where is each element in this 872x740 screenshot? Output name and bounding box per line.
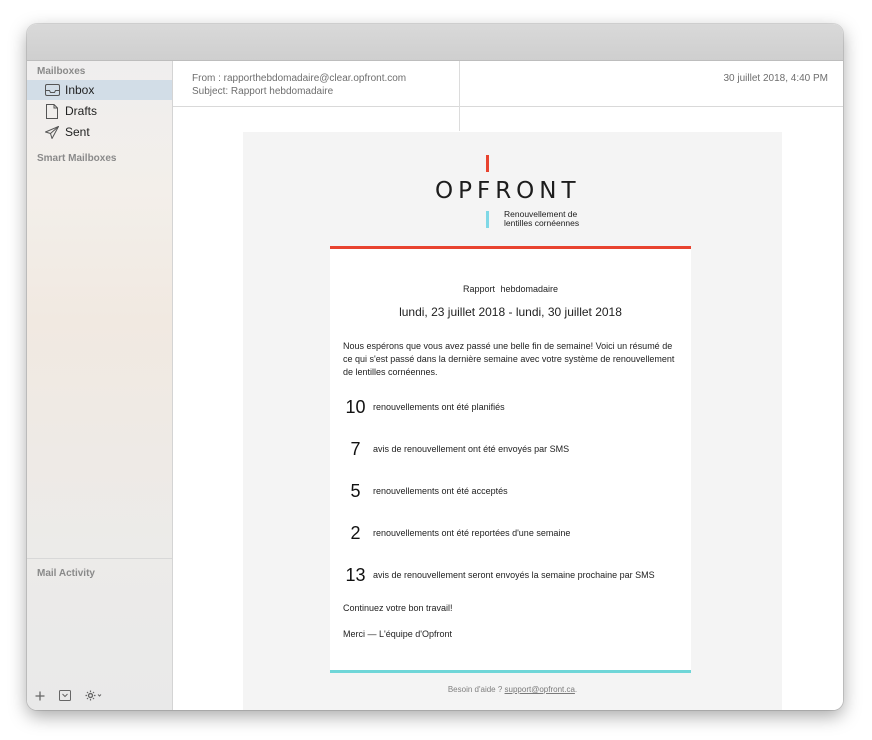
mailboxes-heading[interactable]: Mailboxes xyxy=(37,66,85,77)
message-date: 30 juillet 2018, 4:40 PM xyxy=(723,73,828,84)
logo-text: OPFRONT xyxy=(435,178,581,204)
footer-help-text: Besoin d'aide ? xyxy=(447,685,505,694)
footer-suffix: . xyxy=(574,685,578,694)
stat-row: 10 renouvellements ont été planifiés xyxy=(343,396,683,418)
logo-subtitle-line-2: lentilles cornéennes xyxy=(504,218,580,228)
stat-text: renouvellements ont été reportées d'une … xyxy=(373,528,571,538)
email-body: OPFRONT Renouvellement de lentilles corn… xyxy=(243,132,782,710)
from-field: From : rapporthebdomadaire@clear.opfront… xyxy=(192,73,407,84)
report-title: Rapport hebdomadaire xyxy=(462,284,559,294)
mail-activity-heading: Mail Activity xyxy=(37,568,95,579)
closing-line: Continuez votre bon travail! xyxy=(343,603,453,613)
drafts-icon xyxy=(44,103,60,119)
message-viewer: From : rapporthebdomadaire@clear.opfront… xyxy=(173,61,843,710)
mail-window: Mailboxes Inbox Drafts Sent Smart Mailbo… xyxy=(27,24,843,710)
stat-text: avis de renouvellement ont été envoyés p… xyxy=(373,444,570,454)
smart-mailboxes-heading[interactable]: Smart Mailboxes xyxy=(37,153,116,164)
report-intro: Nous espérons que vous avez passé une be… xyxy=(343,341,675,377)
message-header: From : rapporthebdomadaire@clear.opfront… xyxy=(173,61,843,107)
stat-number: 10 xyxy=(345,396,366,417)
stat-row: 7 avis de renouvellement ont été envoyés… xyxy=(343,438,683,460)
mailbox-icon[interactable] xyxy=(59,688,71,704)
gear-icon[interactable] xyxy=(85,688,103,704)
email-footer: Besoin d'aide ? support@opfront.ca. xyxy=(243,685,782,694)
report-date-range: lundi, 23 juillet 2018 - lundi, 30 juill… xyxy=(399,305,622,319)
stat-row: 5 renouvellements ont été acceptés xyxy=(343,480,683,502)
stat-number: 13 xyxy=(345,564,366,585)
logo-red-bar xyxy=(486,155,489,172)
divider-line xyxy=(459,61,460,131)
support-email-link[interactable]: support@opfront.ca xyxy=(505,685,575,694)
sent-icon xyxy=(44,124,60,140)
sidebar-item-label: Inbox xyxy=(65,83,95,97)
stat-row: 13 avis de renouvellement seront envoyés… xyxy=(343,564,683,586)
logo-cyan-bar xyxy=(486,211,489,228)
sidebar-item-drafts[interactable]: Drafts xyxy=(27,101,172,121)
stat-row: 2 renouvellements ont été reportées d'un… xyxy=(343,522,683,544)
stat-number: 5 xyxy=(350,480,361,501)
inbox-icon xyxy=(44,82,60,98)
signature-line: Merci — L'équipe d'Opfront xyxy=(343,629,452,639)
logo-subtitle: Renouvellement de lentilles cornéennes xyxy=(504,210,579,228)
stat-text: avis de renouvellement seront envoyés la… xyxy=(373,570,655,580)
opfront-logo: OPFRONT Renouvellement de lentilles corn… xyxy=(243,154,782,234)
sidebar: Mailboxes Inbox Drafts Sent Smart Mailbo… xyxy=(27,61,173,710)
sidebar-item-sent[interactable]: Sent xyxy=(27,122,172,142)
stat-text: renouvellements ont été acceptés xyxy=(373,486,508,496)
report-card: Rapport hebdomadaire lundi, 23 juillet 2… xyxy=(330,246,691,673)
stat-number: 7 xyxy=(350,438,361,459)
stat-text: renouvellements ont été planifiés xyxy=(373,402,505,412)
sidebar-item-inbox[interactable]: Inbox xyxy=(27,80,172,100)
subject-field: Subject: Rapport hebdomadaire xyxy=(192,86,334,97)
title-bar[interactable] xyxy=(27,24,843,61)
stat-number: 2 xyxy=(350,522,361,543)
sidebar-item-label: Sent xyxy=(65,125,90,139)
sidebar-item-label: Drafts xyxy=(65,104,98,118)
add-icon[interactable] xyxy=(35,688,45,704)
sidebar-divider xyxy=(27,558,172,559)
sidebar-toolbar xyxy=(35,688,103,704)
